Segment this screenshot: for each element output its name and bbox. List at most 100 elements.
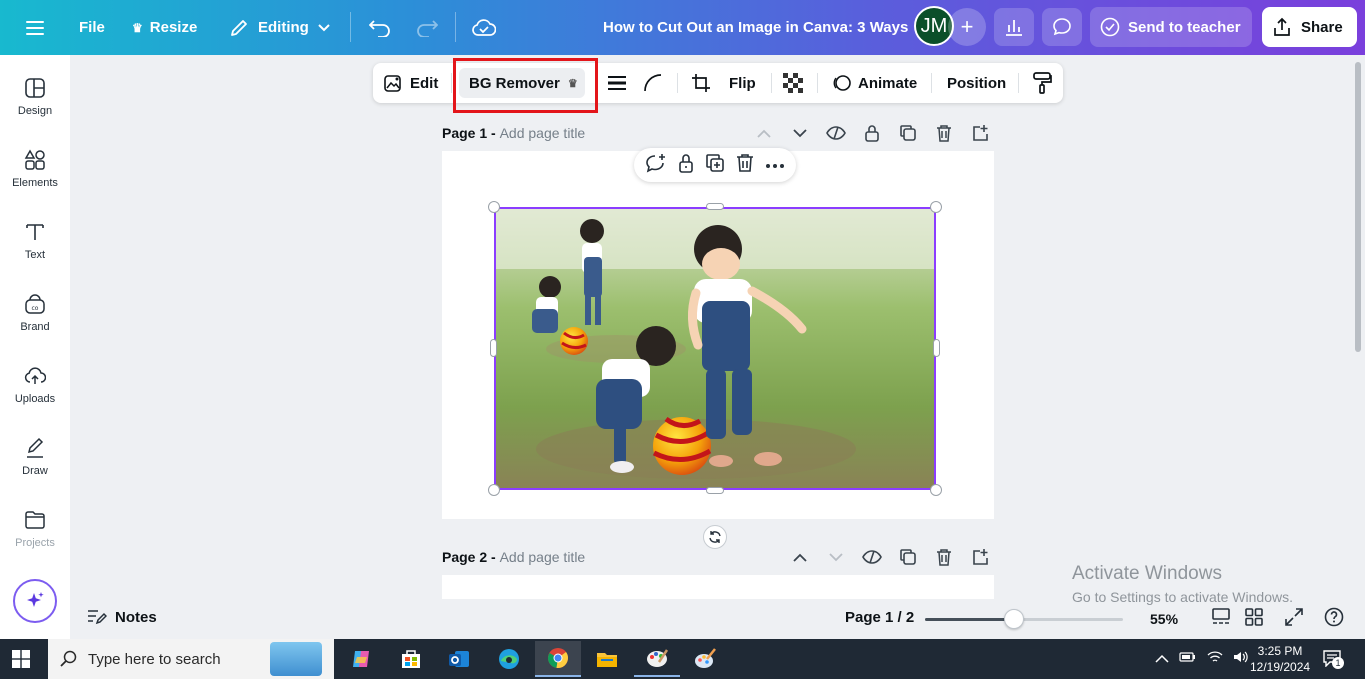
resize-handle-bottom[interactable] (706, 487, 724, 494)
resize-handle-top[interactable] (706, 203, 724, 210)
page-label: Page 2 - (442, 549, 496, 565)
position-button[interactable]: Position (947, 63, 1006, 103)
activate-windows-watermark: Activate Windows Go to Settings to activ… (1072, 563, 1293, 605)
sidebar-item-draw[interactable]: Draw (0, 425, 70, 491)
comments-button[interactable] (1042, 8, 1082, 46)
duplicate-element-button[interactable] (705, 153, 725, 178)
move-up-button[interactable] (782, 546, 818, 568)
notification-center-button[interactable]: 1 (1322, 649, 1344, 669)
copilot-app[interactable] (338, 641, 384, 677)
help-button[interactable] (1314, 607, 1354, 627)
search-placeholder: Type here to search (88, 650, 221, 668)
hide-page-button[interactable] (854, 546, 890, 568)
resize-handle-left[interactable] (490, 339, 497, 357)
selected-photo[interactable] (494, 207, 936, 490)
page-view-button[interactable] (1208, 608, 1234, 626)
grid-view-button[interactable] (1234, 608, 1274, 626)
outlook-app[interactable] (436, 641, 482, 677)
more-options-button[interactable] (765, 156, 785, 174)
transparency-button[interactable] (783, 63, 803, 103)
sidebar-item-text[interactable]: Text (0, 209, 70, 275)
sidebar-item-elements[interactable]: Elements (0, 137, 70, 203)
animate-button[interactable]: Animate (832, 63, 917, 103)
fullscreen-button[interactable] (1274, 608, 1314, 626)
delete-page-button[interactable] (926, 546, 962, 568)
editing-mode-button[interactable]: Editing (229, 0, 330, 55)
add-page-button[interactable] (962, 122, 998, 144)
move-down-button[interactable] (818, 546, 854, 568)
page-2-title[interactable]: Page 2 - Add page title (442, 549, 585, 565)
corner-rounding-button[interactable] (643, 63, 663, 103)
add-comment-button[interactable] (645, 153, 667, 178)
hide-page-button[interactable] (818, 122, 854, 144)
canvas-page-2[interactable] (442, 575, 994, 599)
zoom-value[interactable]: 55% (1150, 611, 1178, 627)
undo-button[interactable] (369, 0, 391, 55)
show-hidden-icons-button[interactable] (1155, 650, 1169, 668)
divider (771, 73, 772, 93)
wifi-button[interactable] (1207, 650, 1223, 669)
move-up-button[interactable] (746, 122, 782, 144)
battery-button[interactable] (1179, 650, 1197, 668)
paint3d-app[interactable] (682, 641, 728, 677)
sidebar-item-design[interactable]: Design (0, 65, 70, 131)
sidebar-item-brand[interactable]: co Brand (0, 281, 70, 347)
send-to-teacher-button[interactable]: Send to teacher (1090, 7, 1252, 47)
notes-button[interactable]: Notes (87, 608, 157, 626)
volume-button[interactable] (1233, 650, 1249, 669)
page-1-title[interactable]: Page 1 - Add page title (442, 125, 585, 141)
vertical-scrollbar[interactable] (1355, 62, 1361, 352)
file-explorer-app[interactable] (584, 641, 630, 677)
resize-handle-bottom-right[interactable] (930, 484, 942, 496)
crop-button[interactable] (691, 63, 711, 103)
resize-handle-right[interactable] (933, 339, 940, 357)
duplicate-icon (900, 125, 916, 141)
chrome-app[interactable] (535, 641, 581, 677)
add-collaborator-button[interactable]: + (948, 8, 986, 46)
redo-icon (417, 19, 438, 37)
document-title[interactable]: How to Cut Out an Image in Canva: 3 Ways (603, 0, 908, 55)
taskbar-search-input[interactable]: Type here to search (48, 639, 334, 679)
page-indicator[interactable]: Page 1 / 2 (845, 609, 914, 626)
sidebar-item-uploads[interactable]: Uploads (0, 353, 70, 419)
insights-button[interactable] (994, 8, 1034, 46)
edit-label: Edit (410, 74, 439, 92)
cloud-save-status[interactable] (472, 0, 496, 55)
bg-remover-button[interactable]: BG Remover ♛ (459, 68, 585, 98)
system-tray (1155, 639, 1249, 679)
resize-handle-top-right[interactable] (930, 201, 942, 213)
duplicate-page-button[interactable] (890, 122, 926, 144)
delete-page-button[interactable] (926, 122, 962, 144)
edit-image-button[interactable]: Edit (383, 63, 438, 103)
taskbar-clock[interactable]: 3:25 PM 12/19/2024 (1250, 643, 1310, 675)
border-style-button[interactable] (607, 63, 627, 103)
resize-button[interactable]: ♛ Resize (132, 0, 197, 55)
share-button[interactable]: Share (1262, 7, 1357, 47)
add-page-icon (973, 125, 988, 141)
add-page-button[interactable] (962, 546, 998, 568)
resize-handle-top-left[interactable] (488, 201, 500, 213)
start-button[interactable] (12, 650, 30, 673)
edge-app[interactable] (486, 641, 532, 677)
flip-button[interactable]: Flip (729, 63, 756, 103)
store-app[interactable] (388, 641, 434, 677)
duplicate-page-button[interactable] (890, 546, 926, 568)
page-subtitle: Add page title (499, 125, 586, 141)
redo-button[interactable] (416, 0, 438, 55)
lock-page-button[interactable] (854, 122, 890, 144)
lock-element-button[interactable] (678, 153, 694, 178)
paint-app[interactable] (634, 641, 680, 677)
sidebar-item-projects[interactable]: Projects (0, 497, 70, 563)
menu-button[interactable] (26, 0, 44, 55)
magic-assistant-button[interactable] (13, 579, 57, 623)
crop-icon (692, 74, 710, 92)
chevron-down-icon (318, 23, 330, 31)
zoom-slider-thumb[interactable] (1004, 609, 1025, 629)
send-label: Send to teacher (1128, 18, 1241, 36)
delete-element-button[interactable] (736, 153, 754, 178)
move-down-button[interactable] (782, 122, 818, 144)
resize-handle-bottom-left[interactable] (488, 484, 500, 496)
copy-style-button[interactable] (1032, 63, 1052, 103)
rotate-handle[interactable] (703, 525, 727, 549)
file-menu-button[interactable]: File (79, 0, 105, 55)
